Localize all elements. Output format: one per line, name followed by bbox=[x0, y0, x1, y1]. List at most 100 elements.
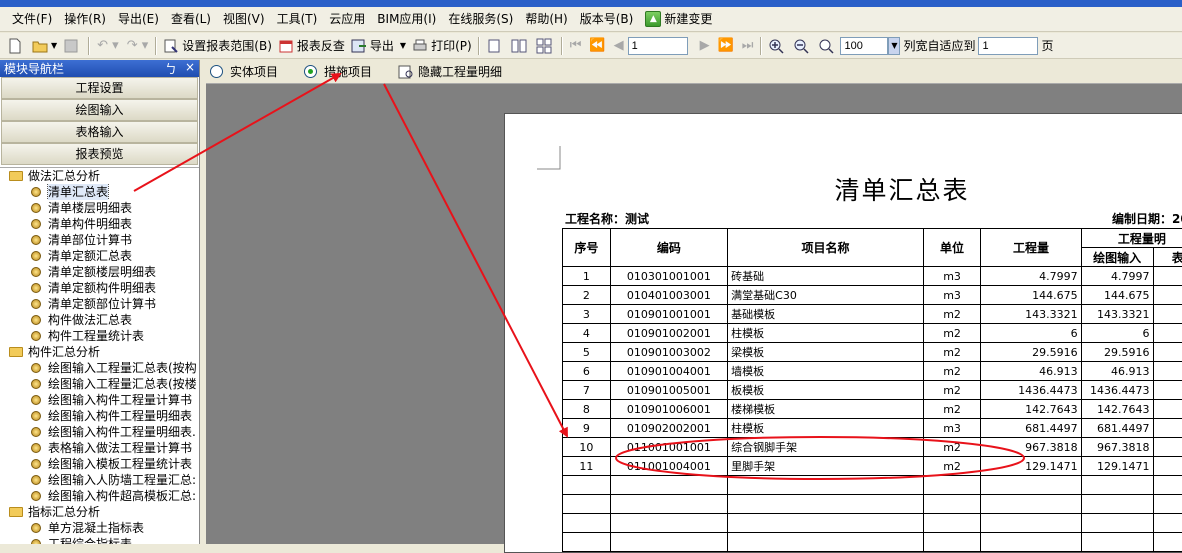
table-cell: 3 bbox=[563, 305, 611, 324]
summary-table: 序号编码项目名称单位工程量工程量明绘图输入表1010301001001砖基础m3… bbox=[562, 228, 1182, 552]
open-file-button[interactable]: ▼ bbox=[29, 36, 60, 56]
tree-item[interactable]: 清单定额构件明细表 bbox=[0, 280, 199, 296]
export-button[interactable]: 导出▼ bbox=[348, 36, 409, 56]
two-page-button[interactable] bbox=[508, 36, 533, 56]
prev-page-button[interactable]: ◀ bbox=[610, 38, 628, 53]
zoom-button[interactable] bbox=[815, 36, 840, 56]
menu-item[interactable]: 工具(T) bbox=[271, 9, 324, 29]
table-row: 10011001001001综合钢脚手架m2967.3818967.3818 bbox=[563, 438, 1182, 457]
table-cell: 砖基础 bbox=[728, 267, 924, 286]
pin-icon[interactable]: ㄅ bbox=[165, 60, 177, 77]
nav-buttons: 工程设置绘图输入表格输入报表预览 bbox=[0, 77, 199, 165]
tree-item[interactable]: 绘图输入模板工程量统计表 bbox=[0, 456, 199, 472]
set-report-range-button[interactable]: 设置报表范围(B) bbox=[160, 36, 275, 56]
close-icon[interactable]: × bbox=[185, 60, 195, 77]
menu-item[interactable]: 操作(R) bbox=[58, 9, 112, 29]
radio-option[interactable]: 措施项目 bbox=[304, 63, 372, 80]
next-page-button[interactable]: ▶ bbox=[696, 38, 714, 53]
new-change-icon: ▲ bbox=[645, 11, 661, 27]
menu-item[interactable]: BIM应用(I) bbox=[371, 9, 442, 29]
save-button[interactable] bbox=[60, 36, 85, 56]
nav-button[interactable]: 工程设置 bbox=[1, 77, 198, 99]
table-cell bbox=[610, 495, 727, 514]
tree-item[interactable]: 清单构件明细表 bbox=[0, 216, 199, 232]
fit-pages-input[interactable] bbox=[978, 37, 1038, 55]
menu-item[interactable]: 版本号(B) bbox=[574, 9, 640, 29]
tree-item[interactable]: 清单定额楼层明细表 bbox=[0, 264, 199, 280]
toolbar-separator bbox=[561, 37, 563, 55]
nav-button[interactable]: 报表预览 bbox=[1, 143, 198, 165]
tree-item[interactable]: 单方混凝土指标表 bbox=[0, 520, 199, 536]
report-check-button[interactable]: 报表反查 bbox=[275, 36, 348, 56]
tree-folder[interactable]: 构件汇总分析 bbox=[0, 344, 199, 360]
tree-item[interactable]: 清单部位计算书 bbox=[0, 232, 199, 248]
tree-item[interactable]: 绘图输入人防墙工程量汇总: bbox=[0, 472, 199, 488]
report-icon bbox=[31, 523, 41, 533]
table-cell bbox=[610, 533, 727, 552]
menu-item[interactable]: 在线服务(S) bbox=[442, 9, 519, 29]
export-label: 导出 bbox=[370, 37, 394, 54]
undo-button[interactable]: ↶ ▾ bbox=[93, 38, 123, 53]
table-cell: 里脚手架 bbox=[728, 457, 924, 476]
radio-option[interactable]: 隐藏工程量明细 bbox=[398, 63, 502, 80]
prev-fast-button[interactable]: ⏪ bbox=[585, 38, 609, 53]
tree-item[interactable]: 构件做法汇总表 bbox=[0, 312, 199, 328]
tree-item[interactable]: 清单汇总表 bbox=[0, 184, 199, 200]
table-row-empty bbox=[563, 476, 1182, 495]
zoom-dropdown-arrow[interactable]: ▼ bbox=[888, 37, 900, 55]
menu-item[interactable]: 帮助(H) bbox=[519, 9, 573, 29]
table-cell: 7 bbox=[563, 381, 611, 400]
menu-item-new-change[interactable]: ▲新建变更 bbox=[639, 9, 718, 29]
report-title: 清单汇总表 bbox=[505, 171, 1182, 207]
tree-item[interactable]: 清单定额汇总表 bbox=[0, 248, 199, 264]
page-number-input[interactable] bbox=[628, 37, 688, 55]
item-type-radio-bar: 实体项目 措施项目 隐藏工程量明细 bbox=[206, 60, 1182, 84]
tree-item[interactable]: 绘图输入构件超高模板汇总: bbox=[0, 488, 199, 504]
nav-button[interactable]: 表格输入 bbox=[1, 121, 198, 143]
table-cell bbox=[728, 495, 924, 514]
menu-item[interactable]: 文件(F) bbox=[6, 9, 58, 29]
redo-button[interactable]: ↷ ▾ bbox=[123, 38, 153, 53]
tree-item[interactable]: 构件工程量统计表 bbox=[0, 328, 199, 344]
table-cell: m2 bbox=[923, 343, 980, 362]
tree-folder[interactable]: 指标汇总分析 bbox=[0, 504, 199, 520]
radio-option[interactable]: 实体项目 bbox=[210, 63, 278, 80]
fit-unit-label: 页 bbox=[1038, 36, 1056, 56]
radio-label: 措施项目 bbox=[324, 63, 372, 80]
radio-button[interactable] bbox=[210, 65, 223, 78]
tree-item[interactable]: 表格输入做法工程量计算书 bbox=[0, 440, 199, 456]
menu-item[interactable]: 查看(L) bbox=[165, 9, 217, 29]
table-cell bbox=[610, 514, 727, 533]
tree-item[interactable]: 绘图输入构件工程量明细表. bbox=[0, 424, 199, 440]
single-page-button[interactable] bbox=[483, 36, 508, 56]
report-icon bbox=[31, 315, 41, 325]
report-icon bbox=[31, 235, 41, 245]
tree-item[interactable]: 清单楼层明细表 bbox=[0, 200, 199, 216]
menu-item[interactable]: 视图(V) bbox=[217, 9, 271, 29]
tree-item[interactable]: 绘图输入构件工程量计算书 bbox=[0, 392, 199, 408]
tree-item-label: 清单定额汇总表 bbox=[48, 248, 132, 264]
tree-item[interactable]: 清单定额部位计算书 bbox=[0, 296, 199, 312]
new-file-button[interactable] bbox=[4, 36, 29, 56]
tree-item[interactable]: 绘图输入构件工程量明细表 bbox=[0, 408, 199, 424]
menu-item[interactable]: 云应用 bbox=[323, 9, 371, 29]
next-fast-button[interactable]: ⏩ bbox=[714, 38, 738, 53]
report-page: 清单汇总表 工程名称：测试 编制日期：20 序号编码项目名称单位工程量工程量明绘… bbox=[504, 113, 1182, 553]
tree-item[interactable]: 工程综合指标表 bbox=[0, 536, 199, 544]
nav-button[interactable]: 绘图输入 bbox=[1, 99, 198, 121]
print-button[interactable]: 打印(P) bbox=[409, 36, 475, 56]
radio-button[interactable] bbox=[304, 65, 317, 78]
zoom-out-button[interactable] bbox=[790, 36, 815, 56]
tree-folder[interactable]: 做法汇总分析 bbox=[0, 168, 199, 184]
tree-item[interactable]: 绘图输入工程量汇总表(按构 bbox=[0, 360, 199, 376]
menu-item[interactable]: 导出(E) bbox=[112, 9, 165, 29]
multi-page-button[interactable] bbox=[533, 36, 558, 56]
nav-header: 模块导航栏 ㄅ× bbox=[0, 60, 199, 77]
first-page-button[interactable]: ⏮ bbox=[566, 38, 586, 53]
report-icon bbox=[31, 411, 41, 421]
tree-item[interactable]: 绘图输入工程量汇总表(按楼 bbox=[0, 376, 199, 392]
last-page-button[interactable]: ⏭ bbox=[738, 38, 758, 53]
zoom-in-button[interactable] bbox=[765, 36, 790, 56]
table-cell: m2 bbox=[923, 438, 980, 457]
zoom-input[interactable] bbox=[840, 37, 888, 55]
